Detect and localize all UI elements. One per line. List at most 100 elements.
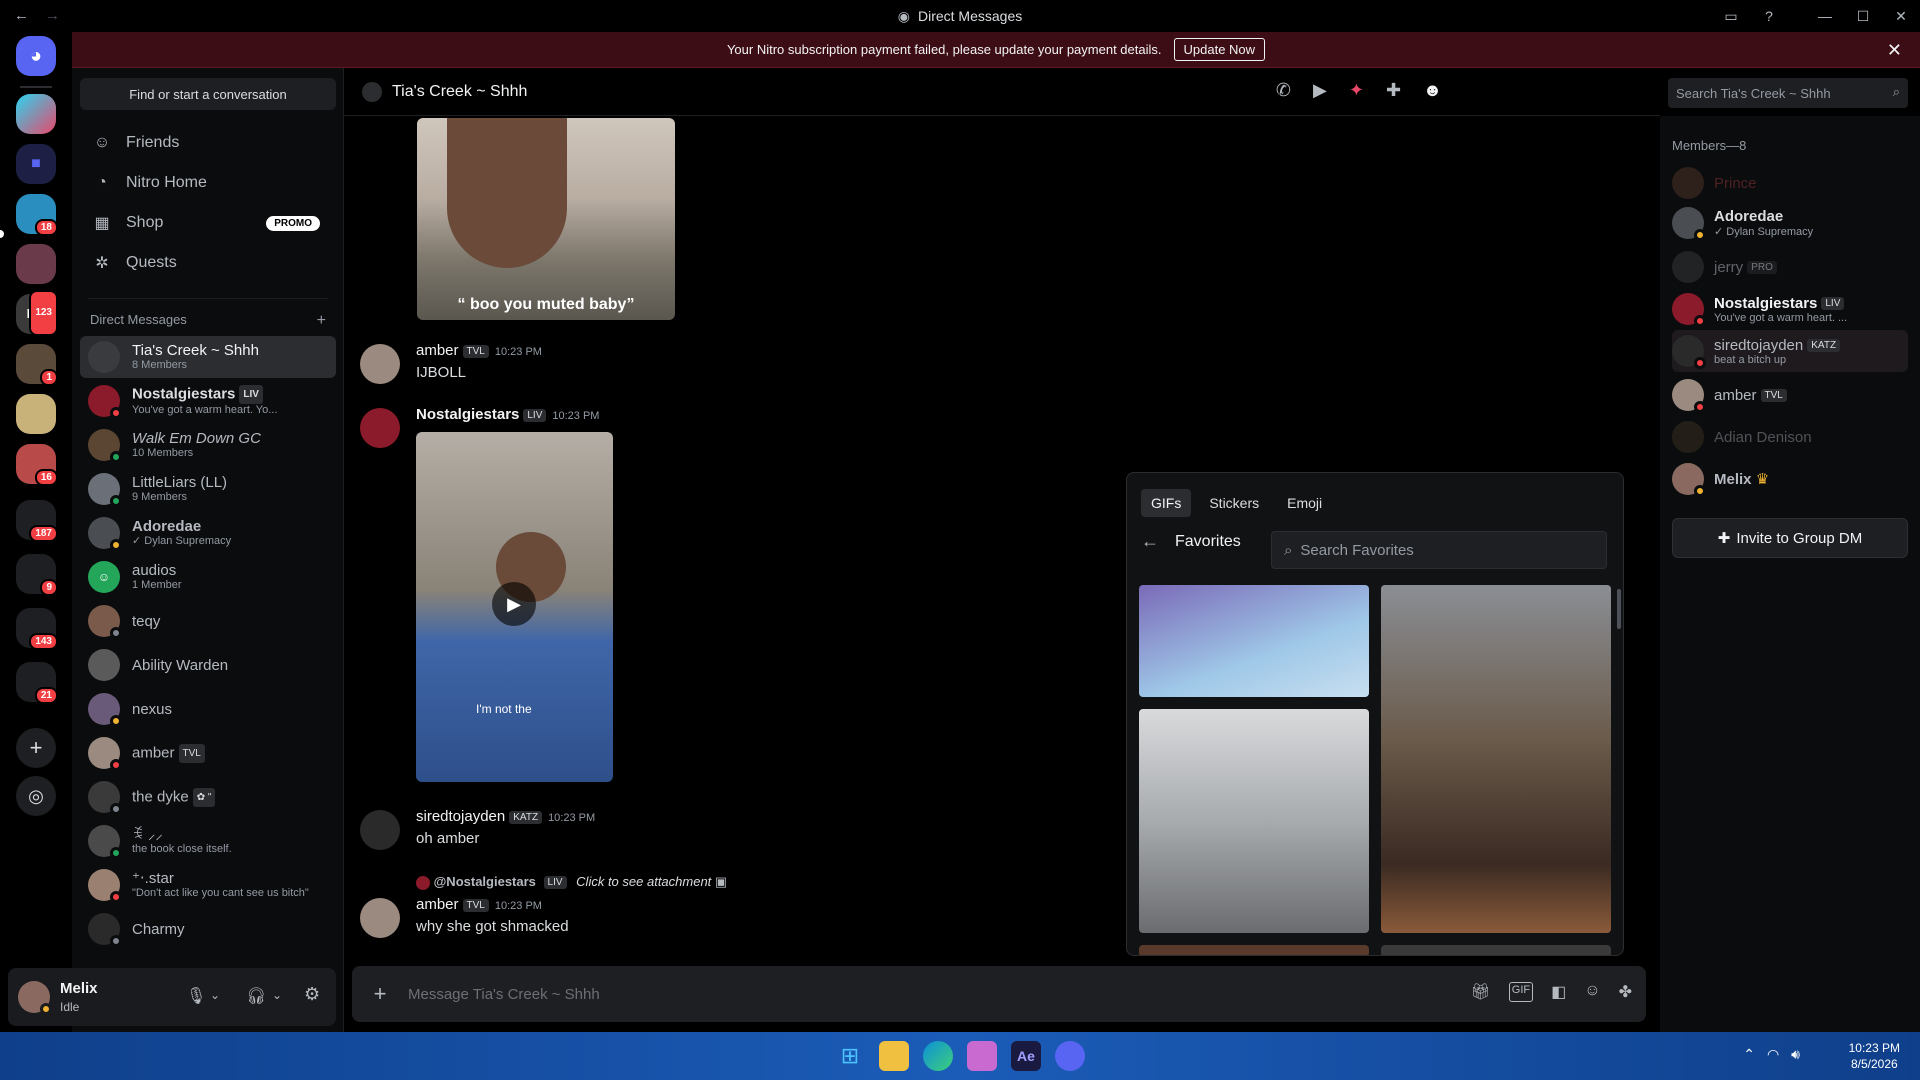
pattern-app-icon[interactable] — [967, 1041, 997, 1071]
message-composer[interactable]: + Message Tia's Creek ~ Shhh 🎁︎ GIF ◧ ☺ … — [352, 966, 1646, 1022]
dm-item[interactable]: ☺ audios 1 Member — [80, 556, 336, 598]
member-item[interactable]: Melix ♛ — [1672, 458, 1908, 500]
chevron-up-icon[interactable]: ⌃ — [1743, 1046, 1755, 1063]
nav-quests[interactable]: ✲ Quests — [80, 244, 336, 282]
nav-nitro-home[interactable]: ◔ Nitro Home — [80, 164, 336, 202]
video-attachment[interactable]: ▶ I'm not the — [416, 432, 613, 782]
server-icon[interactable] — [16, 244, 56, 284]
gif-thumbnail[interactable] — [1139, 585, 1369, 697]
dm-item[interactable]: Nostalgiestars LIV You've got a warm heart… — [80, 380, 336, 422]
gif-thumbnail[interactable] — [1381, 585, 1611, 933]
dm-item[interactable]: LittleLiars (LL) 9 Members — [80, 468, 336, 510]
server-icon[interactable]: 18 — [16, 194, 58, 236]
dm-item[interactable]: the dyke ✿ " — [80, 776, 336, 818]
update-now-button[interactable]: Update Now — [1173, 38, 1266, 61]
video-call-icon[interactable]: ▶ — [1313, 80, 1327, 101]
server-icon[interactable]: 16 — [16, 444, 58, 486]
pinned-messages-icon[interactable]: ✦ — [1349, 80, 1364, 101]
member-item[interactable]: Adian Denison — [1672, 416, 1908, 458]
attach-plus-icon[interactable]: + — [352, 981, 408, 1007]
emoji-icon[interactable]: ☺ — [1584, 982, 1600, 1002]
favorites-search-input[interactable]: ⌕ Search Favorites — [1271, 531, 1607, 569]
add-server-button[interactable]: + — [16, 728, 56, 768]
folder-icon[interactable]: ■ — [16, 144, 56, 184]
author-name[interactable]: amber — [416, 342, 459, 359]
close-window-button[interactable]: ✕ — [1882, 8, 1920, 25]
folder-icon[interactable]: 9 — [16, 554, 58, 596]
chevron-down-icon[interactable]: ⌄ — [272, 988, 282, 1002]
server-icon[interactable] — [16, 94, 56, 134]
gif-icon[interactable]: GIF — [1508, 982, 1534, 1002]
member-item[interactable]: Adoredae ✓ Dylan Supremacy — [1672, 202, 1908, 244]
dm-item[interactable]: Charmy — [80, 908, 336, 950]
member-item[interactable]: siredtojayden KATZ beat a bitch up — [1672, 330, 1908, 372]
folder-icon[interactable]: 143 — [16, 608, 58, 650]
dm-item[interactable]: teqy — [80, 600, 336, 642]
voice-call-icon[interactable]: ✆ — [1276, 80, 1291, 101]
member-item[interactable]: Prince — [1672, 162, 1908, 204]
dm-item[interactable]: Ability Warden — [80, 644, 336, 686]
after-effects-icon[interactable]: Ae — [1011, 1041, 1041, 1071]
folder-icon[interactable]: 21 — [16, 662, 58, 704]
avatar[interactable] — [360, 408, 400, 448]
gif-thumbnail[interactable] — [1139, 945, 1369, 955]
apps-icon[interactable]: ✤ — [1619, 982, 1632, 1002]
microphone-icon[interactable]: 🎙︎ — [186, 986, 206, 1006]
nav-friends[interactable]: ☺ Friends — [80, 124, 336, 162]
chevron-down-icon[interactable]: ⌄ — [210, 988, 220, 1002]
author-name[interactable]: Nostalgiestars — [416, 406, 519, 423]
inbox-icon[interactable]: ▭ — [1712, 8, 1750, 25]
clock[interactable]: 10:23 PM 8/5/2026 — [1849, 1040, 1900, 1072]
forward-arrow-icon[interactable]: → — [45, 7, 60, 24]
server-icon[interactable]: RC123 — [16, 290, 58, 336]
tab-emoji[interactable]: Emoji — [1277, 489, 1332, 517]
play-button[interactable]: ▶ — [492, 582, 536, 626]
edge-browser-icon[interactable] — [923, 1041, 953, 1071]
server-icon[interactable] — [16, 394, 56, 434]
author-name[interactable]: siredtojayden — [416, 808, 505, 825]
gif-thumbnail[interactable] — [1381, 945, 1611, 955]
add-friends-icon[interactable]: ✚ — [1386, 80, 1401, 101]
dm-item[interactable]: ⁺‧.star "Don't act like you cant see us b… — [80, 864, 336, 906]
tab-stickers[interactable]: Stickers — [1199, 489, 1269, 517]
discover-button[interactable]: ◎ — [16, 776, 56, 816]
create-dm-plus-icon[interactable]: + — [317, 312, 326, 330]
find-conversation-button[interactable]: Find or start a conversation — [80, 78, 336, 110]
sticker-icon[interactable]: ◧ — [1551, 982, 1566, 1002]
avatar[interactable] — [18, 981, 52, 1015]
reply-preview[interactable]: @Nostalgiestars LIV Click to see attachm… — [416, 874, 727, 890]
avatar[interactable] — [360, 810, 400, 850]
dm-item[interactable]: Walk Em Down GC 10 Members — [80, 424, 336, 466]
back-arrow-icon[interactable]: ← — [1141, 531, 1159, 552]
member-item[interactable]: Nostalgiestars LIV You've got a warm heart… — [1672, 288, 1908, 330]
minimize-button[interactable]: — — [1806, 8, 1844, 24]
member-list-icon[interactable]: ☻ — [1423, 80, 1442, 101]
start-button[interactable]: ⊞ — [835, 1041, 865, 1071]
member-item[interactable]: jerry PRO — [1672, 246, 1908, 288]
server-icon[interactable]: 1 — [16, 344, 58, 386]
file-explorer-icon[interactable] — [879, 1041, 909, 1071]
wifi-icon[interactable]: ◠ — [1767, 1046, 1779, 1063]
scrollbar[interactable] — [1617, 589, 1621, 629]
invite-to-group-button[interactable]: ✚ Invite to Group DM — [1672, 518, 1908, 558]
image-attachment[interactable]: “ boo you muted baby” — [417, 118, 675, 320]
nav-shop[interactable]: ▦ Shop PROMO — [80, 204, 336, 242]
tab-gifs[interactable]: GIFs — [1141, 489, 1192, 517]
dm-item[interactable]: Tia's Creek ~ Shhh 8 Members — [80, 336, 336, 378]
dm-item[interactable]: ꉂ ⸝⸝ the book close itself. — [80, 820, 336, 862]
chat-search-input[interactable]: Search Tia's Creek ~ Shhh ⌕ — [1668, 78, 1908, 108]
gift-icon[interactable]: 🎁︎ — [1470, 982, 1490, 1002]
back-arrow-icon[interactable]: ← — [14, 7, 29, 24]
maximize-button[interactable]: ☐ — [1844, 8, 1882, 25]
dm-item[interactable]: nexus — [80, 688, 336, 730]
close-icon[interactable]: ✕ — [1887, 40, 1902, 61]
avatar[interactable] — [360, 898, 400, 938]
folder-icon[interactable]: 187 — [16, 500, 58, 542]
discord-taskbar-icon[interactable] — [1055, 1041, 1085, 1071]
gif-thumbnail[interactable] — [1139, 709, 1369, 933]
dm-item[interactable]: amber TVL — [80, 732, 336, 774]
headphones-icon[interactable]: 🎧︎ — [246, 986, 266, 1006]
avatar[interactable] — [360, 344, 400, 384]
dm-item[interactable]: Adoredae ✓ Dylan Supremacy — [80, 512, 336, 554]
help-icon[interactable]: ? — [1750, 8, 1788, 24]
